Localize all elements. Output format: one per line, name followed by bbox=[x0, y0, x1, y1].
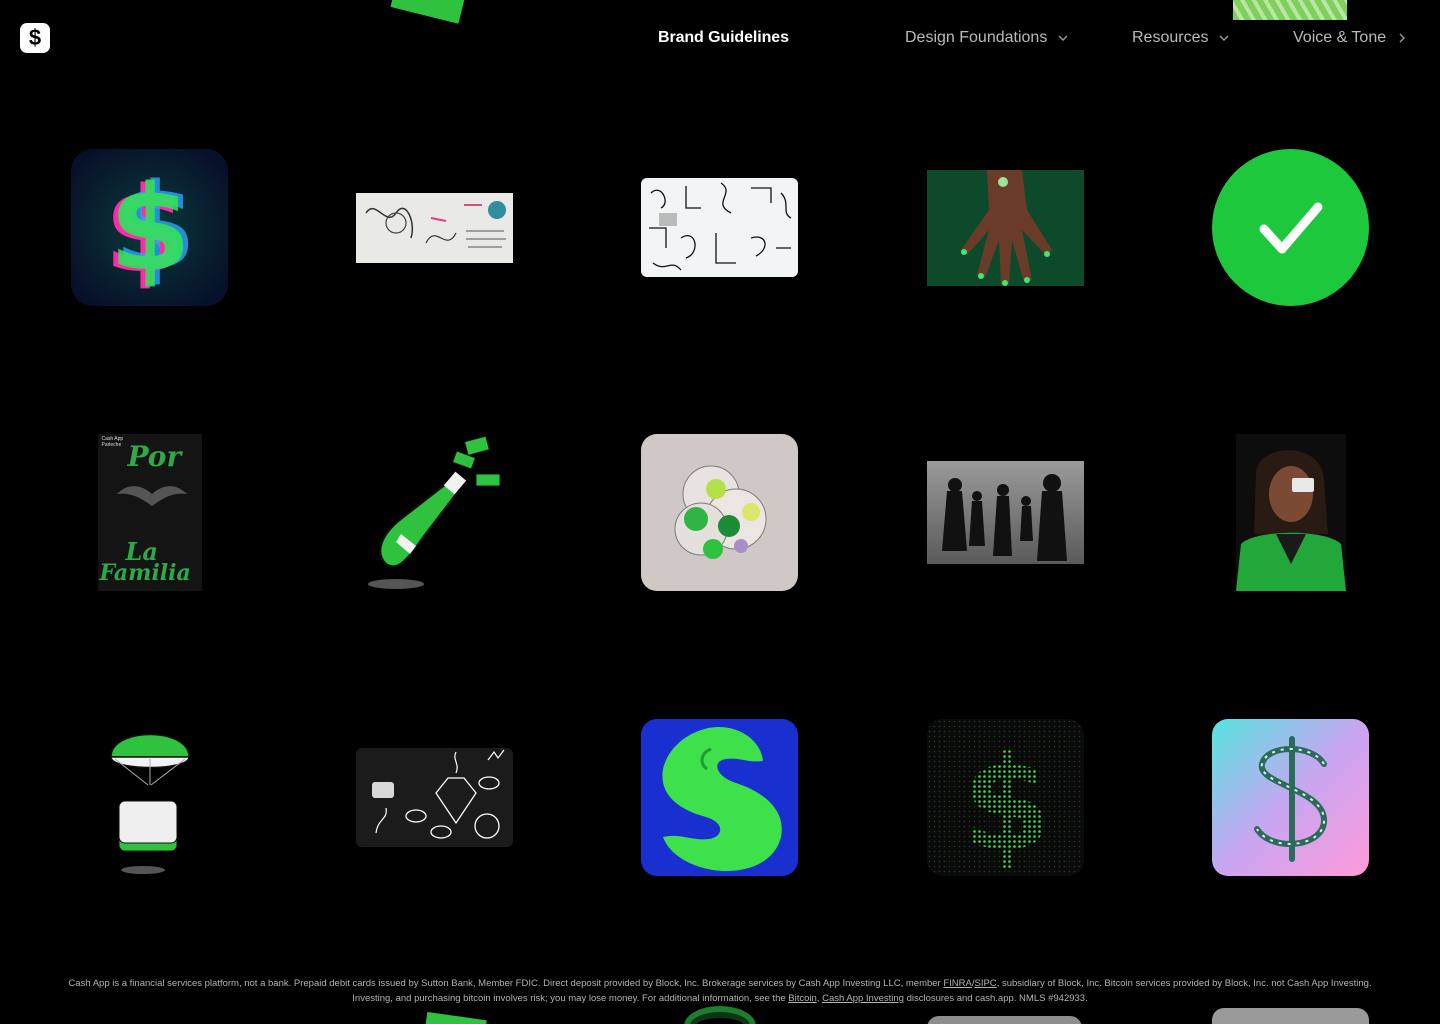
tile-line-art-card[interactable] bbox=[641, 149, 798, 306]
decor-grey-card-bottom bbox=[927, 1016, 1082, 1024]
tile-woman-card-photo[interactable] bbox=[1212, 434, 1369, 591]
chevron-right-icon bbox=[1399, 33, 1406, 43]
tile-glitch-dollar[interactable]: $ $ $ bbox=[71, 149, 228, 306]
decor-green-ring-bottom bbox=[684, 1006, 756, 1024]
tile-skaters-photo[interactable] bbox=[927, 434, 1084, 591]
por-la-familia-poster: Cash App Parleche Por La Familia bbox=[97, 434, 202, 591]
tile-hand-photo[interactable] bbox=[927, 149, 1084, 306]
page: $ Brand Guidelines Design Foundations Re… bbox=[0, 0, 1440, 1024]
poster-por: Por bbox=[127, 440, 182, 473]
black-card-illustration bbox=[356, 748, 513, 847]
top-nav: Brand Guidelines Design Foundations Reso… bbox=[0, 27, 1440, 51]
disclosure-text-3: disclosures and cash.app. NMLS #942933. bbox=[903, 993, 1088, 1004]
tile-barbed-dollar[interactable] bbox=[1212, 719, 1369, 876]
barbed-wire-dollar-icon bbox=[1212, 719, 1369, 876]
hand-photo bbox=[927, 169, 1084, 286]
nav-design-foundations[interactable]: Design Foundations bbox=[905, 29, 1069, 47]
sipc-link[interactable]: SIPC bbox=[975, 978, 997, 989]
tile-dotted-dollar[interactable]: $ bbox=[927, 719, 1084, 876]
line-art-card-illustration bbox=[641, 178, 798, 277]
tile-glass-bubbles[interactable] bbox=[641, 434, 798, 591]
tile-por-la-familia-poster[interactable]: Cash App Parleche Por La Familia bbox=[71, 434, 228, 591]
tile-black-card[interactable] bbox=[356, 719, 513, 876]
glitch-dollar-icon: $ $ $ bbox=[71, 149, 228, 306]
nav-voice-tone[interactable]: Voice & Tone bbox=[1293, 29, 1408, 47]
cash-app-investing-link[interactable]: Cash App Investing bbox=[822, 993, 904, 1004]
legal-disclosure: Cash App is a financial services platfor… bbox=[60, 976, 1380, 1006]
tile-green-blob-dollar[interactable] bbox=[641, 719, 798, 876]
nav-design-foundations-label: Design Foundations bbox=[905, 29, 1048, 46]
eagle-icon bbox=[116, 486, 187, 506]
chevron-down-icon bbox=[1058, 35, 1068, 41]
woman-with-card-photo bbox=[1235, 434, 1346, 591]
svg-text:$: $ bbox=[109, 159, 191, 297]
envelope-illustration bbox=[356, 192, 513, 263]
chevron-down-icon bbox=[1219, 35, 1229, 41]
decor-green-card-top bbox=[390, 0, 470, 24]
checkmark-icon bbox=[1212, 149, 1369, 306]
decor-grey-card-bottom-2 bbox=[1212, 1008, 1369, 1024]
tile-champagne[interactable] bbox=[356, 434, 513, 591]
decor-green-card-bottom bbox=[423, 1011, 487, 1024]
tile-envelope-card[interactable] bbox=[356, 149, 513, 306]
dotted-dollar-icon: $ bbox=[927, 719, 1084, 876]
tile-checkmark[interactable] bbox=[1212, 149, 1369, 306]
svg-text:$: $ bbox=[962, 728, 1052, 876]
tile-parachute-wallet[interactable] bbox=[71, 719, 228, 876]
nav-resources-label: Resources bbox=[1132, 29, 1209, 46]
blob-dollar-icon bbox=[641, 719, 798, 876]
page-title: Brand Guidelines bbox=[658, 29, 789, 46]
glass-bubbles-illustration bbox=[641, 434, 798, 591]
poster-familia: Familia bbox=[99, 560, 191, 586]
finra-link[interactable]: FINRA bbox=[943, 978, 972, 989]
nav-resources[interactable]: Resources bbox=[1132, 29, 1230, 47]
nav-voice-tone-label: Voice & Tone bbox=[1293, 29, 1387, 46]
bitcoin-link[interactable]: Bitcoin bbox=[788, 993, 817, 1004]
champagne-bottle-illustration bbox=[368, 435, 501, 589]
disclosure-text-1: Cash App is a financial services platfor… bbox=[68, 978, 944, 989]
parachute-wallet-illustration bbox=[110, 733, 190, 874]
skaters-photo bbox=[927, 461, 1084, 564]
decor-texture-top bbox=[1233, 0, 1347, 20]
